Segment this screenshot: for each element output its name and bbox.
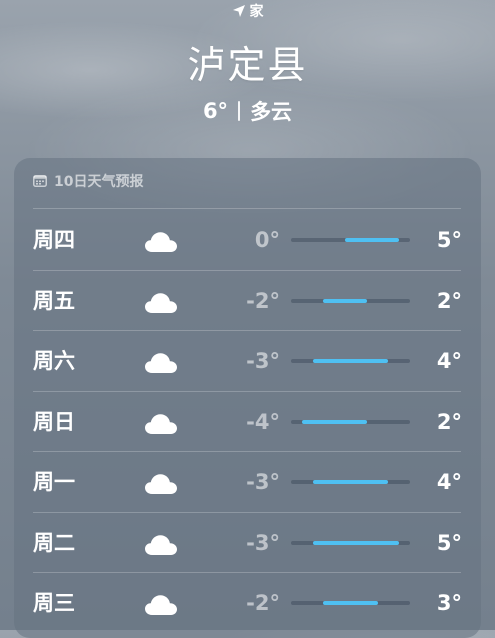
forecast-row[interactable]: 周日 -4° 2°: [14, 392, 481, 452]
forecast-row[interactable]: 周六 -3° 4°: [14, 331, 481, 392]
current-temperature: 6°: [202, 99, 229, 123]
temperature-range-fill: [323, 601, 378, 605]
temperature-range-bar: [291, 601, 410, 605]
high-temperature: 2°: [436, 288, 462, 313]
day-label: 周日: [33, 409, 75, 434]
temperature-range-bar: [291, 298, 410, 303]
forecast-row[interactable]: 周五 -2° 2°: [14, 271, 481, 331]
temperature-range-fill: [323, 298, 367, 303]
location-arrow-icon: [232, 5, 245, 17]
high-temperature: 4°: [436, 470, 462, 494]
summary-separator: [238, 101, 241, 121]
forecast-row[interactable]: 周四 0° 5°: [14, 210, 481, 271]
high-temperature: 5°: [436, 228, 462, 252]
temperature-range-bar: [291, 359, 410, 363]
low-temperature: -3°: [246, 530, 280, 555]
temperature-range-bar: [291, 480, 410, 484]
calendar-icon: [33, 175, 47, 187]
low-temperature: -2°: [246, 288, 280, 313]
forecast-list: 周四 0° 5° 周五 -2° 2° 周六 -3° 4° 周日 -4° 2° 周…: [14, 210, 481, 634]
temperature-range-fill: [312, 359, 389, 363]
day-label: 周四: [33, 228, 75, 252]
low-temperature: -2°: [246, 591, 280, 615]
forecast-header: 10日天气预报: [33, 170, 143, 192]
cloud-icon: [145, 232, 177, 252]
low-temperature: 0°: [254, 228, 280, 252]
temperature-range-bar: [291, 419, 410, 424]
day-label: 周三: [33, 591, 75, 615]
forecast-row[interactable]: 周一 -3° 4°: [14, 452, 481, 513]
day-label: 周六: [33, 349, 75, 373]
high-temperature: 3°: [436, 591, 462, 615]
low-temperature: -3°: [246, 470, 280, 494]
temperature-range-fill: [312, 480, 389, 484]
temperature-range-fill: [301, 419, 367, 424]
high-temperature: 4°: [436, 349, 462, 373]
temperature-range-fill: [312, 540, 400, 545]
cloud-icon: [145, 595, 177, 615]
day-label: 周一: [33, 470, 75, 494]
forecast-row[interactable]: 周二 -3° 5°: [14, 513, 481, 573]
temperature-range-fill: [345, 238, 400, 242]
day-label: 周五: [33, 288, 75, 313]
cloud-icon: [145, 292, 177, 313]
cloud-icon: [145, 353, 177, 373]
cloud-icon: [145, 534, 177, 555]
low-temperature: -4°: [246, 409, 280, 434]
forecast-row[interactable]: 周三 -2° 3°: [14, 573, 481, 634]
ten-day-forecast-card[interactable]: 10日天气预报 周四 0° 5° 周五 -2° 2° 周六 -3° 4° 周日 …: [14, 158, 481, 638]
forecast-title: 10日天气预报: [54, 174, 144, 190]
high-temperature: 5°: [436, 530, 462, 555]
day-label: 周二: [33, 530, 75, 555]
cloud-icon: [145, 413, 177, 434]
current-condition: 多云: [250, 100, 293, 124]
temperature-range-bar: [291, 238, 410, 242]
divider: [33, 208, 461, 209]
current-summary: 6° 多云: [0, 96, 495, 126]
location-row[interactable]: 家: [0, 0, 495, 22]
location-label: 家: [249, 4, 264, 20]
high-temperature: 2°: [436, 409, 462, 434]
city-name: 泸定县: [187, 43, 308, 87]
cloud-icon: [145, 474, 177, 494]
low-temperature: -3°: [246, 349, 280, 373]
temperature-range-bar: [291, 540, 410, 545]
